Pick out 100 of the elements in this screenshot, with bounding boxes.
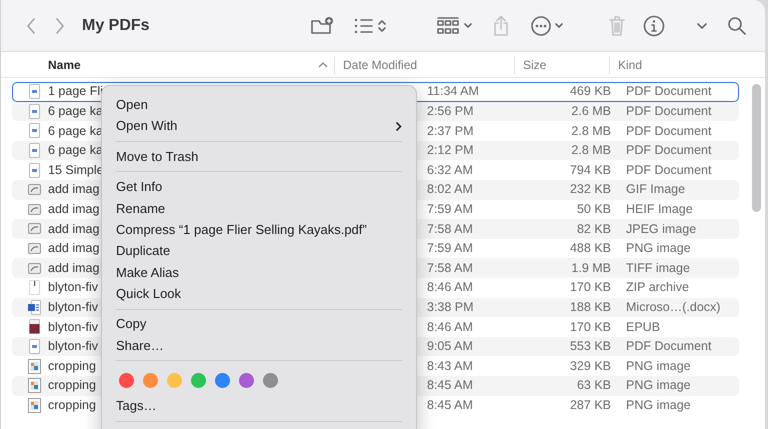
tag-color-dot[interactable]: [143, 372, 158, 388]
file-kind: EPUB: [626, 320, 660, 334]
menu-item[interactable]: Get Info: [102, 176, 416, 198]
file-size: 287 KB: [570, 398, 611, 412]
file-kind: Microso…(.docx): [626, 300, 720, 314]
file-name: cropping: [48, 377, 96, 394]
file-kind: HEIF Image: [626, 202, 693, 216]
date-modified: 2:56 PM: [427, 104, 474, 118]
date-modified: 8:45 AM: [427, 378, 473, 392]
book-file-icon: [28, 319, 41, 334]
file-size: 1.9 MB: [571, 260, 611, 275]
date-modified: 2:37 PM: [427, 124, 474, 138]
image-file-icon: [28, 202, 41, 217]
date-modified: 6:32 AM: [427, 162, 473, 177]
pdf-file-icon: [28, 123, 41, 138]
date-modified: 8:46 AM: [427, 280, 473, 294]
file-size: 170 KB: [570, 320, 611, 334]
file-kind: PDF Document: [626, 339, 712, 354]
file-name: add imag: [48, 200, 100, 218]
file-kind: PDF Document: [626, 162, 712, 177]
date-modified: 8:43 AM: [427, 358, 473, 373]
file-size: 794 KB: [570, 162, 611, 177]
menu-item[interactable]: Open With: [102, 115, 416, 137]
image-thumbnail-icon: [28, 358, 41, 374]
file-kind: PNG image: [626, 241, 691, 256]
tag-color-dot[interactable]: [239, 372, 254, 388]
file-kind: PNG image: [626, 398, 691, 412]
menu-item[interactable]: Compress “1 page Flier Selling Kayaks.pdf”: [102, 218, 416, 240]
tag-color-dot[interactable]: [215, 372, 230, 388]
column-header[interactable]: Date Modified: [335, 52, 514, 78]
file-name: blyton-fiv: [48, 338, 98, 356]
file-size: 2.6 MB: [571, 104, 611, 118]
menu-item[interactable]: Rename: [102, 198, 416, 219]
date-modified: 7:58 AM: [427, 260, 473, 275]
file-name: add imag: [48, 260, 100, 277]
image-file-icon: [28, 182, 41, 198]
column-header[interactable]: Name: [1, 52, 334, 78]
date-modified: 7:59 AM: [427, 241, 473, 256]
submenu-chevron-icon: [395, 120, 402, 132]
scrollbar-thumb[interactable]: [752, 84, 761, 212]
date-modified: 8:45 AM: [427, 398, 473, 412]
file-kind: GIF Image: [626, 182, 686, 196]
file-name: add imag: [48, 220, 100, 238]
file-kind: JPEG image: [626, 222, 696, 236]
file-size: 170 KB: [570, 280, 611, 294]
tag-color-dot[interactable]: [119, 372, 134, 388]
date-modified: 8:46 AM: [427, 320, 473, 334]
file-kind: ZIP archive: [626, 280, 689, 294]
file-size: 232 KB: [570, 182, 611, 196]
file-size: 469 KB: [570, 84, 611, 98]
menu-item[interactable]: Open: [102, 94, 416, 116]
pdf-file-icon: [28, 84, 41, 100]
file-name: add imag: [48, 181, 100, 198]
file-kind: PDF Document: [626, 104, 712, 118]
file-size: 329 KB: [570, 358, 611, 373]
pdf-file-icon: [28, 162, 41, 178]
date-modified: 9:05 AM: [427, 339, 473, 354]
date-modified: 3:38 PM: [427, 300, 474, 314]
menu-item[interactable]: Move to Trash: [102, 146, 416, 168]
file-kind: TIFF image: [626, 260, 690, 275]
file-name: cropping: [48, 396, 96, 414]
file-size: 553 KB: [570, 339, 611, 354]
file-size: 50 KB: [576, 202, 611, 216]
file-name: blyton-fiv: [48, 318, 98, 336]
file-kind: PDF Document: [626, 143, 712, 158]
date-modified: 2:12 PM: [427, 143, 474, 158]
menu-item[interactable]: Duplicate: [102, 240, 416, 262]
menu-item[interactable]: Make Alias: [102, 262, 416, 284]
file-name: add imag: [48, 240, 100, 258]
menu-item[interactable]: Quick Look: [102, 283, 416, 305]
date-modified: 7:59 AM: [427, 202, 473, 216]
file-name: blyton-fiv: [48, 298, 98, 316]
date-modified: 8:02 AM: [427, 182, 473, 196]
tag-color-dot[interactable]: [167, 372, 182, 388]
file-size: 188 KB: [570, 300, 611, 314]
column-header[interactable]: Size: [515, 52, 609, 78]
image-file-icon: [28, 241, 41, 256]
file-name: cropping: [48, 358, 96, 375]
file-kind: PNG image: [626, 378, 691, 392]
file-size: 2.8 MB: [571, 124, 611, 138]
file-size: 2.8 MB: [571, 143, 611, 158]
zip-file-icon: [28, 280, 41, 296]
column-header[interactable]: Kind: [610, 52, 729, 78]
date-modified: 7:58 AM: [427, 222, 473, 236]
date-modified: 11:34 AM: [427, 84, 479, 98]
menu-item[interactable]: Share…: [102, 334, 416, 356]
image-thumbnail-icon: [28, 398, 41, 413]
file-kind: PDF Document: [626, 84, 712, 98]
sort-caret-icon: [318, 62, 328, 68]
file-size: 63 KB: [576, 378, 611, 392]
tag-color-dot[interactable]: [191, 372, 206, 388]
file-size: 488 KB: [570, 241, 611, 256]
tag-color-dot[interactable]: [263, 372, 278, 388]
menu-item[interactable]: Tags…: [102, 395, 416, 417]
file-kind: PDF Document: [626, 124, 712, 138]
file-size: 82 KB: [576, 222, 611, 236]
window-title: My PDFs: [82, 16, 150, 36]
file-name: blyton-fiv: [48, 279, 98, 296]
file-kind: PNG image: [626, 358, 691, 373]
menu-item[interactable]: Copy: [102, 314, 416, 335]
